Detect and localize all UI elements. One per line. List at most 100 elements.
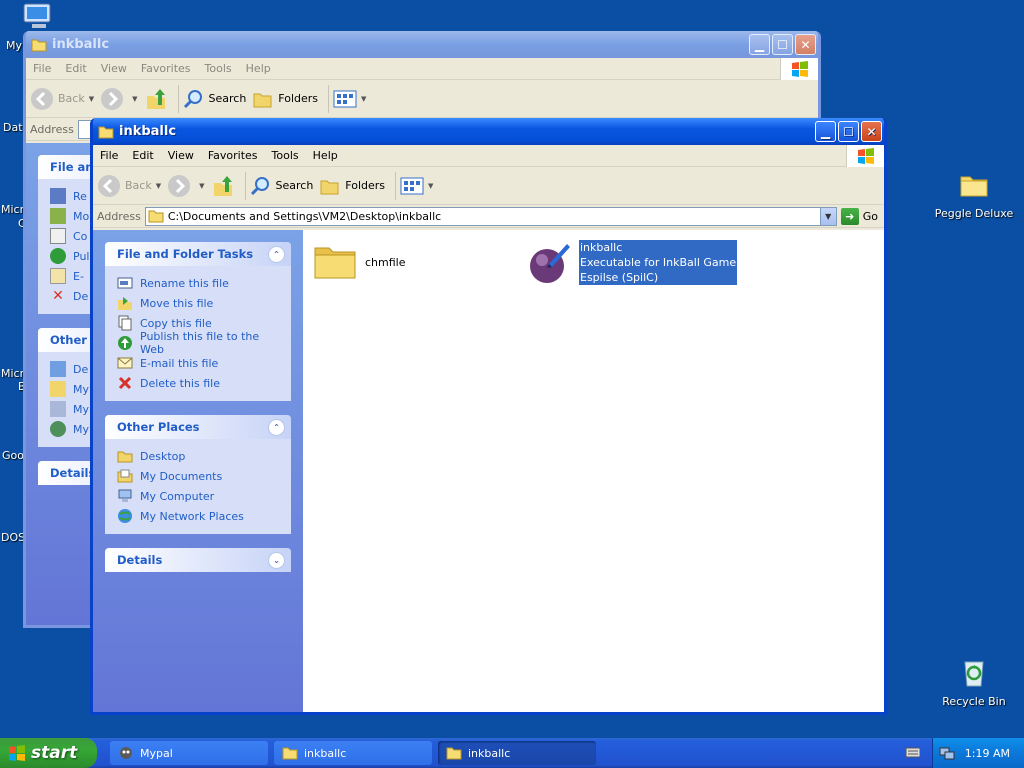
network-tray-icon[interactable] bbox=[939, 745, 955, 761]
place-label: My bbox=[73, 422, 90, 436]
title-bar[interactable]: inkballc ▁ ☐ ✕ bbox=[26, 31, 818, 58]
taskbar-button-inkballc-active[interactable]: inkballc bbox=[438, 741, 596, 765]
place-label: De bbox=[73, 362, 89, 376]
go-button[interactable]: ➜ Go bbox=[840, 207, 878, 225]
move-file-link[interactable]: Move this file bbox=[117, 293, 279, 313]
minimize-button[interactable]: ▁ bbox=[749, 34, 770, 55]
menu-help[interactable]: Help bbox=[306, 149, 345, 162]
views-button[interactable]: ▼ bbox=[400, 176, 433, 196]
delete-file-link[interactable]: Delete this file bbox=[117, 373, 279, 393]
menu-favorites[interactable]: Favorites bbox=[201, 149, 265, 162]
address-dropdown-button[interactable]: ▼ bbox=[819, 207, 836, 225]
recycle-bin-icon bbox=[964, 661, 984, 687]
menu-file[interactable]: File bbox=[93, 149, 125, 162]
file-list[interactable]: chmfile inkballc Executable for InkBall … bbox=[303, 230, 884, 712]
collapse-chevron-icon[interactable]: ⌃ bbox=[268, 245, 285, 263]
separator bbox=[244, 171, 246, 200]
folders-label: Folders bbox=[345, 179, 386, 192]
my-computer-icon bbox=[118, 489, 132, 502]
desktop-icon-peggle-deluxe[interactable]: Peggle Deluxe bbox=[929, 168, 1019, 220]
desktop-label[interactable]: Micr bbox=[1, 203, 24, 216]
forward-button[interactable]: ▼ bbox=[167, 174, 205, 198]
clock[interactable]: 1:19 AM bbox=[965, 747, 1010, 760]
email-file-link[interactable]: E-mail this file bbox=[117, 353, 279, 373]
publish-file-link[interactable]: Publish this file to the Web bbox=[117, 330, 279, 356]
expand-chevron-icon[interactable]: ⌄ bbox=[268, 551, 285, 569]
explorer-window-front[interactable]: inkballc ▁ ☐ ✕ File Edit View Favorites … bbox=[90, 118, 887, 715]
panel-header[interactable]: File and Folder Tasks ⌃ bbox=[105, 242, 291, 266]
place-label: Desktop bbox=[140, 449, 186, 463]
back-button[interactable]: Back ▼ bbox=[97, 174, 161, 198]
back-arrow-icon bbox=[98, 174, 120, 197]
folder-icon bbox=[31, 39, 47, 51]
forward-button[interactable]: ▼ bbox=[100, 87, 138, 111]
place-my-documents-link[interactable]: My Documents bbox=[117, 466, 279, 486]
menu-edit[interactable]: Edit bbox=[125, 149, 160, 162]
menu-file[interactable]: File bbox=[26, 62, 58, 75]
window-title: inkballc bbox=[52, 37, 110, 52]
my-computer-icon bbox=[50, 401, 66, 417]
maximize-button[interactable]: ☐ bbox=[838, 121, 859, 142]
desktop-icon-recycle-bin[interactable]: Recycle Bin bbox=[929, 656, 1019, 708]
place-label: My Documents bbox=[140, 469, 223, 483]
menu-edit[interactable]: Edit bbox=[58, 62, 93, 75]
folder-icon bbox=[282, 747, 298, 760]
panel-title: Details bbox=[117, 553, 163, 567]
address-value: C:\Documents and Settings\VM2\Desktop\in… bbox=[167, 209, 442, 223]
start-button[interactable]: start bbox=[0, 738, 97, 768]
up-folder-button[interactable] bbox=[211, 174, 235, 198]
copy-icon bbox=[50, 228, 66, 244]
toolbar: Back ▼ ▼ Search Folders ▼ bbox=[26, 80, 818, 118]
place-label: My bbox=[73, 402, 90, 416]
folders-button[interactable]: Folders bbox=[252, 88, 318, 110]
content-area: File and Folder Tasks ⌃ Rename this file… bbox=[93, 230, 884, 712]
desktop-label[interactable]: Goo bbox=[2, 449, 24, 462]
desktop-label[interactable]: DOS bbox=[1, 531, 25, 544]
search-button[interactable]: Search bbox=[183, 88, 246, 110]
collapse-chevron-icon[interactable]: ⌃ bbox=[268, 418, 285, 436]
close-button[interactable]: ✕ bbox=[795, 34, 816, 55]
rename-icon bbox=[117, 277, 133, 289]
desktop-icon bbox=[50, 361, 66, 377]
task-label: Re bbox=[73, 189, 87, 203]
desktop-label[interactable]: Micr bbox=[1, 367, 24, 380]
close-button[interactable]: ✕ bbox=[861, 121, 882, 142]
desktop-icon-label: Recycle Bin bbox=[942, 695, 1006, 708]
keyboard-icon[interactable] bbox=[906, 746, 920, 758]
task-label: Pul bbox=[73, 249, 90, 263]
file-tasks-panel: File and Folder Tasks ⌃ Rename this file… bbox=[105, 242, 291, 401]
up-folder-button[interactable] bbox=[144, 87, 168, 111]
panel-header[interactable]: Other Places ⌃ bbox=[105, 415, 291, 439]
taskbar-button-mypal[interactable]: Mypal bbox=[110, 741, 268, 765]
back-button[interactable]: Back ▼ bbox=[30, 87, 94, 111]
desktop-label[interactable]: Dat bbox=[3, 121, 23, 134]
menu-favorites[interactable]: Favorites bbox=[134, 62, 198, 75]
menu-tools[interactable]: Tools bbox=[198, 62, 239, 75]
menu-help[interactable]: Help bbox=[239, 62, 278, 75]
place-desktop-link[interactable]: Desktop bbox=[117, 446, 279, 466]
rename-file-link[interactable]: Rename this file bbox=[117, 273, 279, 293]
folder-icon bbox=[446, 747, 462, 760]
folders-icon bbox=[253, 93, 272, 107]
maximize-button[interactable]: ☐ bbox=[772, 34, 793, 55]
separator bbox=[328, 84, 330, 113]
minimize-button[interactable]: ▁ bbox=[815, 121, 836, 142]
folders-button[interactable]: Folders bbox=[319, 175, 385, 197]
folder-icon bbox=[117, 451, 133, 463]
menu-view[interactable]: View bbox=[161, 149, 201, 162]
file-item-chmfile[interactable]: chmfile bbox=[311, 238, 406, 286]
menu-tools[interactable]: Tools bbox=[265, 149, 306, 162]
place-my-computer-link[interactable]: My Computer bbox=[117, 486, 279, 506]
title-bar[interactable]: inkballc ▁ ☐ ✕ bbox=[93, 118, 884, 145]
file-description: Executable for InkBall Game bbox=[579, 254, 738, 270]
panel-header[interactable]: Details ⌄ bbox=[105, 548, 291, 572]
place-network-link[interactable]: My Network Places bbox=[117, 506, 279, 526]
file-item-inkballc[interactable]: inkballc Executable for InkBall Game Esp… bbox=[525, 238, 738, 286]
panel-title: File and Folder Tasks bbox=[117, 247, 254, 261]
menu-view[interactable]: View bbox=[94, 62, 134, 75]
taskbar-button-inkballc[interactable]: inkballc bbox=[274, 741, 432, 765]
address-input[interactable]: C:\Documents and Settings\VM2\Desktop\in… bbox=[144, 206, 837, 226]
other-places-panel: Other Places ⌃ Desktop My Documents My C… bbox=[105, 415, 291, 534]
views-button[interactable]: ▼ bbox=[333, 89, 366, 109]
search-button[interactable]: Search bbox=[250, 175, 313, 197]
